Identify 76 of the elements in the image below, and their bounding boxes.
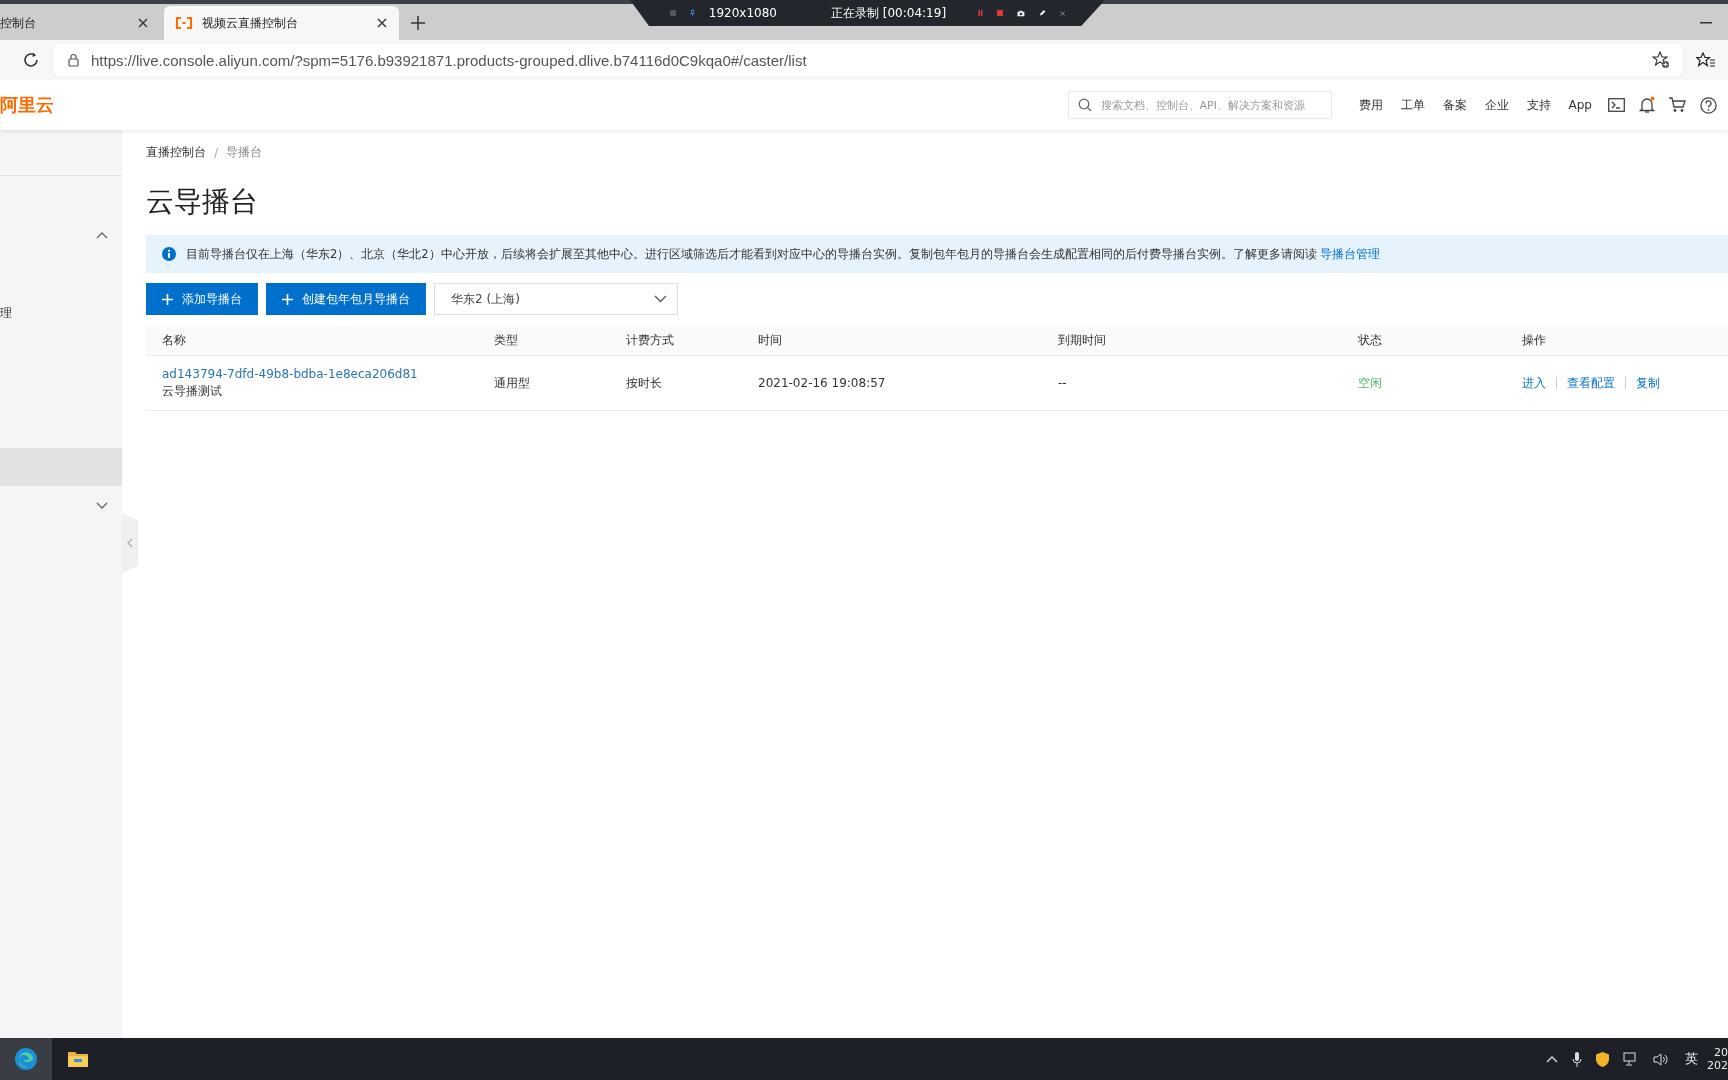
region-select[interactable]: 华东2 (上海)	[434, 283, 678, 315]
cart-icon[interactable]	[1669, 97, 1686, 113]
help-icon[interactable]	[1700, 96, 1717, 114]
chevron-icon	[96, 231, 108, 239]
collapse-handle[interactable]	[122, 513, 138, 573]
volume-icon[interactable]	[1653, 1052, 1668, 1066]
notice-link[interactable]: 导播台管理	[1320, 246, 1381, 261]
column-header: 到期时间	[1042, 325, 1342, 356]
breadcrumb-link[interactable]: 导播台	[226, 144, 263, 161]
favorites-icon[interactable]	[1696, 52, 1716, 68]
microphone-icon[interactable]	[1572, 1051, 1582, 1067]
plus-icon[interactable]	[411, 16, 425, 30]
tab-title: 视频云直播控制台	[202, 14, 299, 32]
pause-icon[interactable]	[978, 7, 983, 19]
close-icon[interactable]	[138, 18, 148, 28]
column-header: 时间	[742, 325, 1042, 356]
search-field[interactable]: 搜索文档、控制台、API、解决方案和资源	[1067, 91, 1332, 119]
folder-icon	[67, 1050, 89, 1068]
reload-icon[interactable]	[22, 51, 40, 69]
add-button[interactable]: 创建包年包月导播台	[266, 283, 426, 315]
tab-title: 控制台	[0, 14, 37, 32]
instance-name: 云导播测试	[162, 382, 223, 400]
header-link[interactable]: 备案	[1442, 96, 1467, 114]
header-link[interactable]: 企业	[1484, 96, 1509, 114]
resolution-label: 1920x1080	[708, 6, 777, 20]
header-link[interactable]: 费用	[1358, 96, 1383, 114]
browser-tab[interactable]: 控制台	[0, 6, 160, 40]
info-icon	[162, 247, 176, 261]
table-cell: 通用型	[478, 355, 610, 411]
column-header: 操作	[1506, 325, 1728, 356]
brackets-icon	[176, 17, 192, 29]
shield-icon[interactable]	[1596, 1051, 1609, 1067]
chevron-left-icon	[127, 538, 133, 548]
action-link[interactable]: 查看配置	[1567, 374, 1615, 392]
instance-id-link[interactable]: ad143794-7dfd-49b8-bdba-1e8eca206d81	[162, 366, 462, 381]
chevron-icon	[96, 501, 108, 509]
stop-icon[interactable]	[996, 7, 1003, 19]
column-header: 计费方式	[610, 325, 742, 356]
header-link[interactable]: 支持	[1526, 96, 1551, 114]
minimize-icon[interactable]	[1700, 22, 1712, 24]
notice-text: 目前导播台仅在上海（华东2）、北京（华北2）中心开放，后续将会扩展至其他中心。进行区域筛选后才能看到对应中心的导播台实例。复制包年包月的导播台会生成配置相同的后付费导播台实例。了解更多请阅读 导播台管理	[186, 246, 1381, 262]
close-icon[interactable]	[377, 18, 387, 28]
breadcrumb-link[interactable]: 直播控制台	[146, 144, 206, 161]
column-header: 名称	[146, 325, 478, 356]
add-button[interactable]: 添加导播台	[146, 283, 258, 315]
header-link[interactable]: 工单	[1400, 96, 1425, 114]
page-title: 云导播台	[146, 184, 259, 220]
bell-icon[interactable]	[1639, 96, 1655, 114]
action-link[interactable]: 进入	[1522, 374, 1546, 392]
caret-icon	[654, 295, 667, 303]
browser-tab[interactable]: 视频云直播控制台	[164, 6, 399, 40]
table-cell: --	[1042, 355, 1342, 411]
terminal-icon[interactable]	[1608, 98, 1625, 112]
address-bar[interactable]: https://live.console.aliyun.com/?spm=5176.b93921871.products-grouped.dlive.b74116d0C9kqa0#/caster/list	[54, 44, 1682, 76]
table-cell: 2021-02-16 19:08:57	[742, 355, 1042, 411]
input-method-indicator[interactable]: 英	[1685, 1050, 1698, 1068]
chevron-up-icon[interactable]	[1546, 1055, 1558, 1063]
network-icon[interactable]	[1623, 1052, 1639, 1066]
plus-icon	[282, 293, 293, 305]
clock-text: 20	[1714, 1046, 1728, 1059]
clock-text: 202	[1707, 1059, 1728, 1072]
action-link[interactable]: 复制	[1636, 374, 1660, 392]
browser-icon	[14, 1047, 38, 1071]
header-link[interactable]: App	[1568, 98, 1592, 112]
table-cell: 按时长	[610, 355, 742, 411]
status-text: 空闲	[1342, 355, 1506, 411]
column-header: 状态	[1342, 325, 1506, 356]
recording-status: 正在录制 [00:04:19]	[831, 4, 947, 22]
column-header: 类型	[478, 325, 610, 356]
plus-icon	[162, 293, 173, 305]
add-favorite-icon[interactable]	[1652, 51, 1670, 69]
breadcrumb-separator: /	[214, 145, 219, 160]
lock-icon	[68, 53, 79, 67]
taskbar-app[interactable]	[0, 1038, 52, 1080]
url-text: https://live.console.aliyun.com/?spm=5176.b93921871.products-grouped.dlive.b74116d0C9kqa0#/caster/list	[91, 51, 807, 69]
sidebar-item[interactable]: 理	[0, 294, 122, 332]
